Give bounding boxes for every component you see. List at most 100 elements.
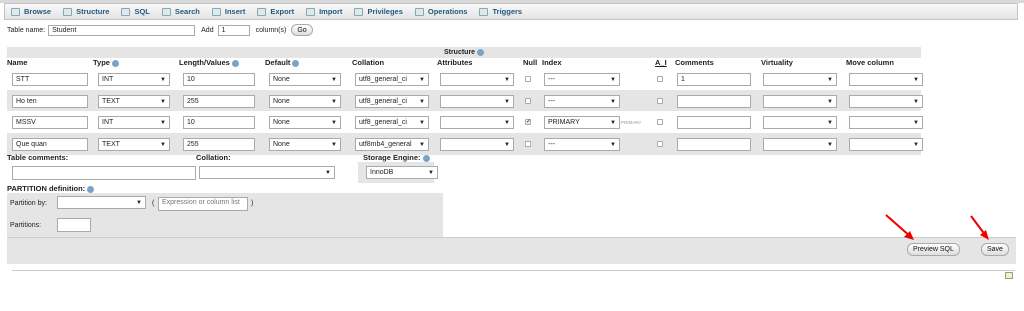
operations-icon [414,7,424,16]
partition-by-select[interactable] [57,196,146,209]
help-icon[interactable] [87,185,95,193]
column-index-select[interactable]: --- [544,138,620,151]
tab-browse[interactable]: Browse [5,4,57,19]
column-virtuality-select[interactable] [763,116,837,129]
header-virtuality: Virtuality [761,58,793,67]
table-collation-select[interactable] [199,166,335,179]
column-attributes-select[interactable] [440,95,514,108]
column-index-select[interactable]: PRIMARY [544,116,620,129]
tab-export[interactable]: Export [251,4,300,19]
privileges-icon [354,7,364,16]
help-icon[interactable] [477,48,485,56]
column-default-select[interactable]: None [269,73,341,86]
column-null-checkbox[interactable] [525,98,531,104]
table-name-input[interactable]: Student [48,24,196,36]
add-label: Add [201,26,214,34]
tab-sql[interactable]: SQL [115,4,155,19]
column-default-select[interactable]: None [269,95,341,108]
help-icon[interactable] [292,59,300,67]
column-length-input[interactable]: 255 [183,95,255,108]
column-move-select[interactable] [849,138,923,151]
column-collation-select[interactable]: utf8_general_ci [355,73,429,86]
column-move-select[interactable] [849,116,923,129]
go-button[interactable]: Go [291,24,313,36]
header-move-column: Move column [846,58,894,67]
column-type-select[interactable]: TEXT [98,95,170,108]
table-comments-input[interactable] [12,166,196,180]
column-type-select[interactable]: INT [98,116,170,129]
column-virtuality-select[interactable] [763,73,837,86]
column-null-checkbox[interactable]: ✓ [525,119,531,125]
column-name-input[interactable]: MSSV [12,116,88,129]
column-null-checkbox[interactable] [525,141,531,147]
column-collation-select[interactable]: utf8_general_ci [355,95,429,108]
column-length-input[interactable]: 10 [183,73,255,86]
partitions-input[interactable] [57,218,91,232]
header-name: Name [7,58,28,67]
column-attributes-select[interactable] [440,138,514,151]
table-row: Ho ten TEXT 255 None utf8_general_ci --- [7,90,923,112]
add-columns-input[interactable]: 1 [217,24,250,36]
columns-label: column(s) [255,26,287,34]
column-default-select[interactable]: None [269,116,341,129]
tab-insert[interactable]: Insert [206,4,251,19]
structure-label: Structure [443,49,476,56]
column-collation-select[interactable]: utf8_general_ci [355,116,429,129]
column-null-checkbox[interactable] [525,76,531,82]
collation-label: Collation: [196,153,231,162]
help-icon[interactable] [231,59,239,67]
triggers-icon [479,7,489,16]
header-length-label: Length/Values [179,58,230,67]
tab-structure[interactable]: Structure [57,4,115,19]
column-name-input[interactable]: Que quan [12,138,88,151]
column-name-input[interactable]: STT [12,73,88,86]
column-index-select[interactable]: --- [544,73,620,86]
header-default-label: Default [265,58,291,67]
column-collation-select[interactable]: utf8mb4_general [355,138,429,151]
column-type-select[interactable]: TEXT [98,138,170,151]
structure-icon [63,7,73,16]
column-attributes-select[interactable] [440,116,514,129]
column-ai-checkbox[interactable] [657,98,663,104]
column-attributes-select[interactable] [440,73,514,86]
column-virtuality-select[interactable] [763,95,837,108]
column-type-select[interactable]: INT [98,73,170,86]
column-virtuality-select[interactable] [763,138,837,151]
tab-label: Structure [76,7,110,16]
tab-label: Insert [224,7,246,16]
column-name-input[interactable]: Ho ten [12,95,88,108]
tab-bar: Browse Structure SQL Search Insert Export Impo… [4,3,1018,20]
column-length-input[interactable]: 10 [183,116,255,129]
column-length-input[interactable]: 255 [183,138,255,151]
column-comments-input[interactable] [677,95,751,108]
paren-open: ( [152,200,155,207]
column-ai-checkbox[interactable] [657,141,663,147]
help-icon[interactable] [111,59,119,67]
column-move-select[interactable] [849,73,923,86]
partition-by-label: Partition by: [10,200,47,207]
header-comments: Comments [675,58,714,67]
console-icon[interactable] [1005,272,1013,279]
header-default: Default [265,58,300,67]
column-move-select[interactable] [849,95,923,108]
help-icon[interactable] [422,154,430,162]
storage-engine-select[interactable]: InnoDB [366,166,438,179]
column-default-select[interactable]: None [269,138,341,151]
tab-import[interactable]: Import [300,4,348,19]
column-comments-input[interactable] [677,138,751,151]
partition-definition-label: PARTITION definition: [7,184,95,193]
column-index-select[interactable]: --- [544,95,620,108]
tab-triggers[interactable]: Triggers [473,4,528,19]
column-comments-input[interactable] [677,116,751,129]
column-comments-input[interactable]: 1 [677,73,751,86]
tab-label: Triggers [492,7,523,16]
tab-search[interactable]: Search [156,4,206,19]
header-length: Length/Values [179,58,239,67]
tab-privileges[interactable]: Privileges [348,4,408,19]
column-ai-checkbox[interactable] [657,119,663,125]
export-icon [257,7,267,16]
table-name-row: Table name: Student Add 1 column(s) Go [7,24,313,36]
tab-operations[interactable]: Operations [409,4,474,19]
column-ai-checkbox[interactable] [657,76,663,82]
partition-expression-input[interactable]: Expression or column list [158,197,248,211]
